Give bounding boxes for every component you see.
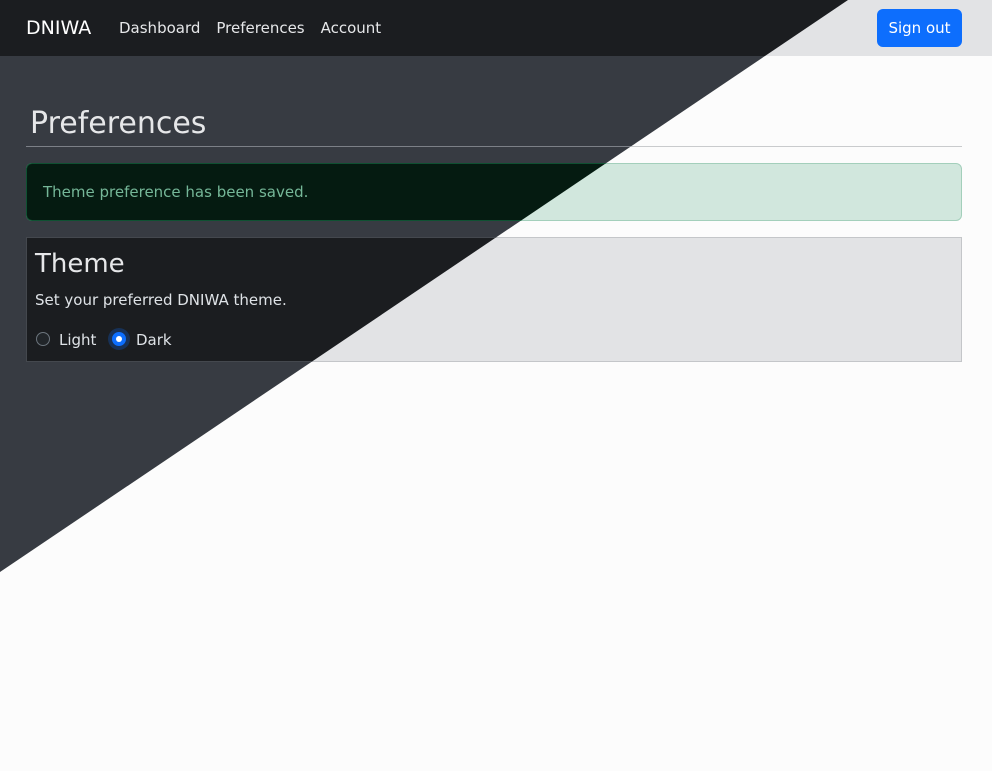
nav-link-dashboard-dark[interactable]: Dashboard xyxy=(119,19,200,37)
brand-logo-dark[interactable]: DNIWA xyxy=(26,17,91,39)
dark-theme-label-dark[interactable]: Dark xyxy=(136,331,172,349)
page-title-dark: Preferences xyxy=(30,106,207,141)
nav-link-account-dark[interactable]: Account xyxy=(321,19,382,37)
card-title-dark: Theme xyxy=(35,249,125,279)
nav-link-preferences-dark[interactable]: Preferences xyxy=(216,19,304,37)
dark-theme-radio-dark[interactable] xyxy=(112,332,126,346)
nav-links-dark: Dashboard Preferences Account xyxy=(119,19,381,37)
light-theme-label-dark[interactable]: Light xyxy=(59,331,96,349)
card-description-dark: Set your preferred DNIWA theme. xyxy=(35,291,287,309)
alert-message-dark: Theme preference has been saved. xyxy=(43,183,309,201)
sign-out-button[interactable]: Sign out xyxy=(877,9,962,47)
light-theme-radio-dark[interactable] xyxy=(36,332,50,346)
